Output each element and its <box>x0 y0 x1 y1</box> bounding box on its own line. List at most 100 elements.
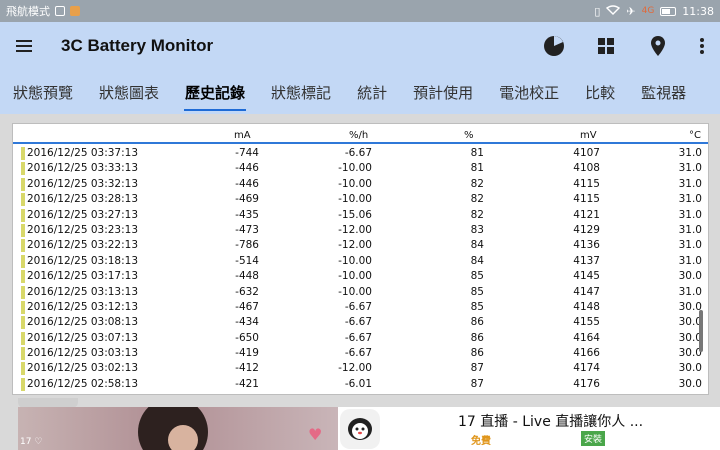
table-row[interactable]: 2016/12/25 03:23:13 -473 -12.00 83 4129 31.0 <box>13 223 708 238</box>
cell-timestamp: 2016/12/25 03:12:13 <box>27 300 139 313</box>
cell-mv: 4155 <box>573 316 600 329</box>
row-marker <box>21 347 25 361</box>
ad-photo[interactable]: ♥ 17 ♡ <box>18 407 338 450</box>
more-vert-icon[interactable] <box>684 22 720 70</box>
scrollbar-thumb[interactable] <box>699 310 703 352</box>
grid-icon[interactable] <box>580 22 632 70</box>
table-row[interactable]: 2016/12/25 03:13:13 -632 -10.00 85 4147 31.0 <box>13 285 708 300</box>
cell-pct-h: -12.00 <box>338 362 372 375</box>
cell-temp: 31.0 <box>678 147 702 159</box>
cell-timestamp: 2016/12/25 03:32:13 <box>27 177 139 190</box>
cell-timestamp: 2016/12/25 03:33:13 <box>27 162 139 175</box>
tab-compare[interactable]: 比較 <box>572 70 628 114</box>
cell-pct: 86 <box>470 347 484 360</box>
cell-pct-h: -12.00 <box>338 239 372 252</box>
tab-statistics[interactable]: 統計 <box>344 70 400 114</box>
table-row[interactable]: 2016/12/25 03:33:13 -446 -10.00 81 4108 31.0 <box>13 161 708 176</box>
cell-pct-h: -6.67 <box>344 347 372 360</box>
cell-temp: 31.0 <box>678 177 702 190</box>
cell-mv: 4108 <box>573 162 600 175</box>
ad-install-button[interactable]: 安裝 <box>581 431 606 446</box>
table-row[interactable]: 2016/12/25 03:03:13 -419 -6.67 86 4166 30.0 <box>13 346 708 361</box>
table-row[interactable]: 2016/12/25 03:02:13 -412 -12.00 87 4174 30.0 <box>13 361 708 376</box>
cell-mv: 4166 <box>573 347 600 360</box>
cell-pct: 82 <box>470 177 484 190</box>
table-row[interactable]: 2016/12/25 02:58:13 -421 -6.01 87 4176 30.0 <box>13 377 708 392</box>
ad-banner[interactable]: ♥ 17 ♡ 17 直播 - Live 直播讓你人 ... 免費 安裝 <box>18 407 720 450</box>
header-mv: mV <box>580 130 597 141</box>
cell-mv: 4107 <box>573 147 600 159</box>
table-row[interactable]: 2016/12/25 03:37:13 -744 -6.67 81 4107 31.0 <box>13 146 708 161</box>
tab-estimated-usage[interactable]: 預計使用 <box>400 70 486 114</box>
cell-pct-h: -12.00 <box>338 223 372 236</box>
cell-temp: 30.0 <box>678 362 702 375</box>
table-row[interactable]: 2016/12/25 03:27:13 -435 -15.06 82 4121 31.0 <box>13 208 708 223</box>
history-rows: 2016/12/25 03:37:13 -744 -6.67 81 4107 31.0 20… <box>13 146 708 392</box>
cell-timestamp: 2016/12/25 03:37:13 <box>27 147 139 159</box>
cell-pct: 85 <box>470 270 484 283</box>
cell-ma: -786 <box>235 239 259 252</box>
cell-mv: 4148 <box>573 300 600 313</box>
menu-icon[interactable] <box>0 22 48 70</box>
ad-title[interactable]: 17 直播 - Live 直播讓你人 ... <box>458 411 643 431</box>
cell-temp: 31.0 <box>678 239 702 252</box>
cell-pct: 82 <box>470 193 484 206</box>
cell-pct-h: -6.01 <box>344 377 372 390</box>
cell-temp: 31.0 <box>678 193 702 206</box>
header-pct-per-hour: %/h <box>349 130 369 141</box>
history-panel[interactable]: mA %/h % mV °C 2016/12/25 03:37:13 -744 -6… <box>12 123 709 395</box>
cell-ma: -744 <box>235 147 259 159</box>
row-marker <box>21 177 25 191</box>
tab-monitor[interactable]: 監視器 <box>628 70 699 114</box>
table-row[interactable]: 2016/12/25 03:08:13 -434 -6.67 86 4155 30.0 <box>13 315 708 330</box>
app-title: 3C Battery Monitor <box>61 36 214 55</box>
cell-mv: 4129 <box>573 223 600 236</box>
tab-status-charts[interactable]: 狀態圖表 <box>86 70 172 114</box>
cell-temp: 31.0 <box>678 208 702 221</box>
cell-pct-h: -10.00 <box>338 270 372 283</box>
cell-pct-h: -10.00 <box>338 177 372 190</box>
cell-mv: 4164 <box>573 331 600 344</box>
cell-ma: -446 <box>235 177 259 190</box>
tab-history[interactable]: 歷史記錄 <box>172 70 258 114</box>
table-header: mA %/h % mV °C <box>13 128 708 144</box>
location-pin-icon[interactable] <box>632 22 684 70</box>
airplane-mode-label: 飛航模式 <box>6 5 50 18</box>
cell-pct-h: -6.67 <box>344 316 372 329</box>
cell-ma: -632 <box>235 285 259 298</box>
cell-timestamp: 2016/12/25 03:02:13 <box>27 362 139 375</box>
table-row[interactable]: 2016/12/25 03:07:13 -650 -6.67 86 4164 30.0 <box>13 331 708 346</box>
table-row[interactable]: 2016/12/25 03:18:13 -514 -10.00 84 4137 31.0 <box>13 254 708 269</box>
table-row[interactable]: 2016/12/25 03:28:13 -469 -10.00 82 4115 31.0 <box>13 192 708 207</box>
cell-pct-h: -6.67 <box>344 331 372 344</box>
cell-mv: 4115 <box>573 177 600 190</box>
cell-timestamp: 2016/12/25 03:18:13 <box>27 254 139 267</box>
table-row[interactable]: 2016/12/25 03:12:13 -467 -6.67 85 4148 30.0 <box>13 300 708 315</box>
tab-status-overview[interactable]: 狀態預覽 <box>0 70 86 114</box>
table-row[interactable]: 2016/12/25 03:32:13 -446 -10.00 82 4115 31.0 <box>13 177 708 192</box>
row-marker <box>21 193 25 207</box>
tab-calibration[interactable]: 電池校正 <box>486 70 572 114</box>
pie-chart-icon[interactable] <box>528 22 580 70</box>
cell-pct: 85 <box>470 300 484 313</box>
cell-timestamp: 2016/12/25 03:27:13 <box>27 208 139 221</box>
cell-timestamp: 2016/12/25 03:23:13 <box>27 223 139 236</box>
table-row[interactable]: 2016/12/25 03:17:13 -448 -10.00 85 4145 30.0 <box>13 269 708 284</box>
row-marker <box>21 147 25 160</box>
table-row[interactable]: 2016/12/25 03:22:13 -786 -12.00 84 4136 31.0 <box>13 238 708 253</box>
cell-mv: 4145 <box>573 270 600 283</box>
cell-ma: -419 <box>235 347 259 360</box>
cell-ma: -421 <box>235 377 259 390</box>
cell-mv: 4147 <box>573 285 600 298</box>
cell-temp: 31.0 <box>678 162 702 175</box>
cell-ma: -448 <box>235 270 259 283</box>
cell-timestamp: 2016/12/25 03:17:13 <box>27 270 139 283</box>
ad-app-logo-icon[interactable] <box>340 409 380 449</box>
cell-temp: 30.0 <box>678 270 702 283</box>
cell-pct-h: -6.67 <box>344 147 372 159</box>
tab-status-markers[interactable]: 狀態標記 <box>258 70 344 114</box>
cell-timestamp: 2016/12/25 03:07:13 <box>27 331 139 344</box>
cell-pct: 85 <box>470 285 484 298</box>
cell-ma: -446 <box>235 162 259 175</box>
cell-timestamp: 2016/12/25 03:03:13 <box>27 347 139 360</box>
